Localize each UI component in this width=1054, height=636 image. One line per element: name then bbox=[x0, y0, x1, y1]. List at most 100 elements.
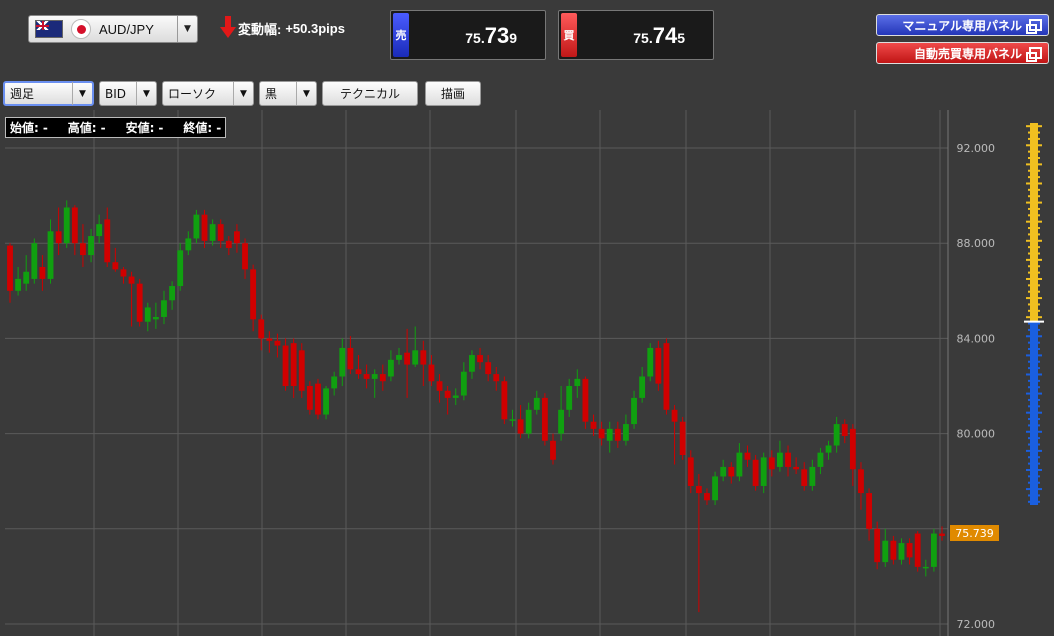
candle-down bbox=[582, 378, 589, 422]
sell-price-fraction: 9 bbox=[509, 30, 517, 46]
high-label: 高値: bbox=[67, 121, 97, 135]
chevron-down-icon[interactable]: ▼ bbox=[72, 82, 92, 105]
candle-down bbox=[363, 374, 370, 379]
candle-down bbox=[290, 343, 297, 386]
candle-down bbox=[858, 469, 864, 494]
change-label: 変動幅: bbox=[238, 21, 282, 37]
candle-down bbox=[914, 533, 921, 567]
theme-dropdown[interactable]: 黒 ▼ bbox=[259, 81, 317, 106]
chevron-down-icon[interactable]: ▼ bbox=[177, 16, 197, 42]
candle-up bbox=[387, 359, 394, 377]
change-value: +50.3pips bbox=[285, 20, 345, 36]
price-type-label: BID bbox=[105, 86, 127, 101]
chart-style-dropdown[interactable]: ローソク ▼ bbox=[162, 81, 254, 106]
candle-down bbox=[866, 493, 872, 529]
candle-down bbox=[379, 374, 386, 382]
candle-up bbox=[736, 452, 743, 477]
candle-up bbox=[63, 207, 70, 244]
popup-window-icon bbox=[1026, 19, 1042, 34]
candle-up bbox=[606, 428, 613, 441]
candle-down bbox=[71, 207, 78, 244]
technical-button[interactable]: テクニカル bbox=[322, 81, 418, 106]
candle-down bbox=[517, 419, 524, 434]
candlestick-chart[interactable]: 92.00088.00084.00080.00076.00072.00075.7… bbox=[0, 108, 1054, 636]
close-value: - bbox=[216, 120, 222, 135]
candle-down bbox=[679, 421, 686, 456]
candle-up bbox=[825, 445, 832, 453]
candle-up bbox=[533, 397, 540, 410]
candle-down bbox=[768, 457, 775, 470]
candle-down bbox=[793, 466, 800, 470]
price-type-dropdown[interactable]: BID ▼ bbox=[99, 81, 157, 106]
sell-price: 75.739 bbox=[465, 23, 517, 49]
candle-up bbox=[525, 409, 532, 434]
candle-down bbox=[104, 219, 111, 263]
fx-chart-app: AUD/JPY ▼ 変動幅: +50.3pips 売 75.739 買 75.7… bbox=[0, 0, 1054, 636]
candle-down bbox=[39, 267, 46, 279]
candle-down bbox=[315, 383, 321, 415]
candle-down bbox=[590, 421, 597, 429]
candle-down bbox=[663, 343, 670, 410]
candle-down bbox=[7, 245, 13, 291]
candle-down bbox=[80, 243, 86, 256]
candle-down bbox=[298, 350, 305, 391]
candle-down bbox=[136, 283, 143, 322]
ohlc-readout: 始値: - 高値: - 安値: - 終値: - bbox=[5, 117, 227, 138]
candle-up bbox=[760, 457, 767, 486]
sell-price-box[interactable]: 売 75.739 bbox=[390, 10, 546, 60]
candle-down bbox=[258, 319, 265, 339]
candle-up bbox=[558, 409, 565, 434]
draw-button[interactable]: 描画 bbox=[425, 81, 481, 106]
candle-down bbox=[266, 338, 273, 341]
currency-pair-dropdown[interactable]: AUD/JPY ▼ bbox=[28, 15, 198, 43]
candle-up bbox=[371, 374, 378, 379]
candle-up bbox=[144, 307, 151, 322]
candle-up bbox=[566, 386, 573, 410]
candle-down bbox=[744, 452, 751, 460]
candle-down bbox=[128, 276, 135, 284]
candle-down bbox=[242, 243, 248, 270]
buy-tag: 買 bbox=[561, 13, 577, 57]
candle-down bbox=[704, 493, 710, 501]
candle-up bbox=[639, 376, 646, 398]
candle-up bbox=[177, 250, 184, 287]
period-label: 週足 bbox=[10, 87, 35, 101]
chevron-down-icon[interactable]: ▼ bbox=[296, 82, 316, 105]
candle-down bbox=[849, 428, 856, 470]
japan-flag-icon bbox=[71, 19, 91, 39]
auto-trade-panel-button[interactable]: 自動売買専用パネル bbox=[876, 42, 1049, 64]
chevron-down-icon[interactable]: ▼ bbox=[136, 82, 156, 105]
candle-down bbox=[671, 409, 678, 422]
candle-down bbox=[274, 340, 281, 346]
candle-down bbox=[752, 459, 759, 486]
candle-up bbox=[720, 466, 727, 477]
candle-down bbox=[355, 369, 362, 375]
candle-down bbox=[785, 452, 791, 467]
candle-up bbox=[817, 452, 824, 467]
candle-up bbox=[209, 224, 216, 241]
period-dropdown[interactable]: 週足 ▼ bbox=[3, 81, 94, 106]
candle-up bbox=[809, 466, 816, 486]
candle-up bbox=[776, 452, 783, 467]
chevron-down-icon[interactable]: ▼ bbox=[233, 82, 253, 105]
sell-price-major: 75. bbox=[465, 30, 485, 46]
buy-price-box[interactable]: 買 75.745 bbox=[558, 10, 714, 60]
candle-up bbox=[161, 300, 167, 317]
candle-up bbox=[193, 214, 200, 239]
current-price-label: 75.739 bbox=[955, 527, 994, 540]
candle-up bbox=[31, 243, 38, 279]
candle-down bbox=[217, 224, 224, 241]
gauge-bid-bar bbox=[1030, 321, 1038, 505]
candle-up bbox=[96, 224, 103, 237]
y-tick-label: 72.000 bbox=[957, 618, 996, 631]
y-tick-label: 88.000 bbox=[957, 237, 996, 250]
candle-up bbox=[460, 371, 467, 396]
manual-panel-label: マニュアル専用パネル bbox=[902, 18, 1022, 33]
y-tick-label: 92.000 bbox=[957, 142, 996, 155]
buy-price-pips: 74 bbox=[652, 23, 678, 48]
candle-up bbox=[623, 424, 629, 441]
manual-panel-button[interactable]: マニュアル専用パネル bbox=[876, 14, 1049, 36]
candle-up bbox=[339, 347, 346, 377]
candle-up bbox=[323, 388, 329, 415]
australia-flag-icon bbox=[35, 20, 63, 38]
